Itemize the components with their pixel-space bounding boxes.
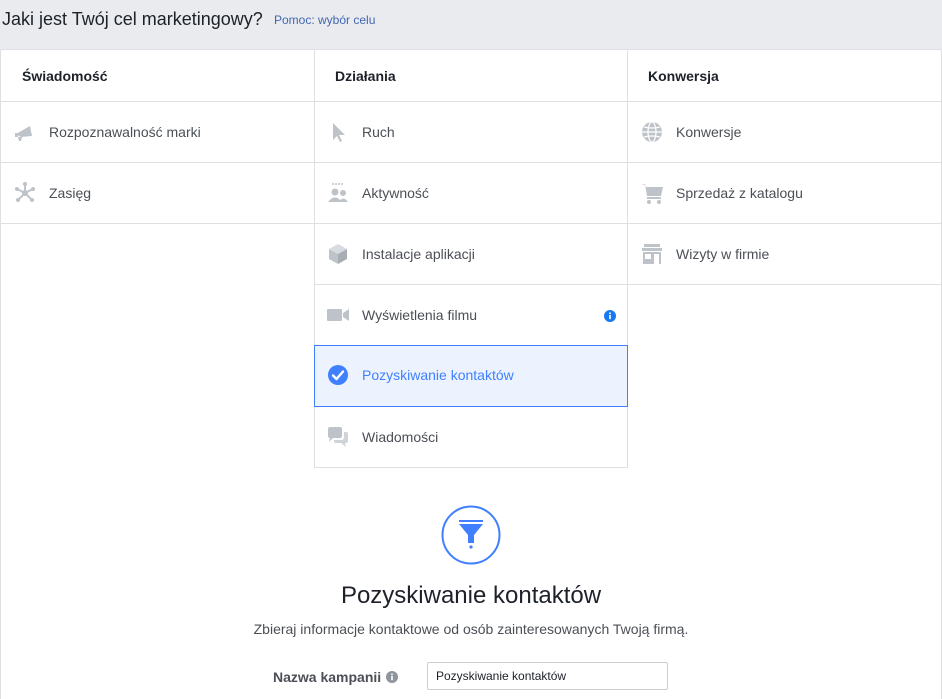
- info-icon[interactable]: [604, 309, 616, 322]
- objective-label: Pozyskiwanie kontaktów: [362, 367, 514, 383]
- objective-detail-description: Zbieraj informacje kontaktowe od osób za…: [253, 621, 689, 637]
- reach-icon: [13, 181, 37, 205]
- objective-video-views[interactable]: Wyświetlenia filmu: [314, 285, 628, 346]
- page-header: Jaki jest Twój cel marketingowy? Pomoc: …: [0, 0, 942, 50]
- objective-reach[interactable]: Zasięg: [1, 163, 314, 224]
- box-icon: [326, 242, 350, 266]
- storefront-icon: [640, 242, 664, 266]
- info-icon[interactable]: [386, 670, 398, 683]
- objective-label: Konwersje: [676, 124, 742, 140]
- objective-app-installs[interactable]: Instalacje aplikacji: [314, 224, 628, 285]
- objective-engagement[interactable]: Aktywność: [314, 163, 628, 224]
- video-camera-icon: [326, 303, 350, 327]
- funnel-icon: [441, 505, 501, 565]
- column-header-awareness: Świadomość: [1, 50, 314, 102]
- objective-label: Ruch: [362, 124, 395, 140]
- megaphone-icon: [13, 120, 37, 144]
- column-header-conversion: Konwersja: [628, 50, 941, 102]
- campaign-name-input[interactable]: [427, 662, 668, 690]
- objective-label: Instalacje aplikacji: [362, 246, 475, 262]
- objective-catalog-sales[interactable]: Sprzedaż z katalogu: [628, 163, 941, 224]
- page-title: Jaki jest Twój cel marketingowy?: [2, 9, 263, 29]
- objective-messages[interactable]: Wiadomości: [314, 407, 628, 468]
- campaign-name-label: Nazwa kampanii: [273, 669, 382, 685]
- checkmark-circle-icon: [326, 363, 350, 387]
- objective-panel: Świadomość Działania Konwersja Rozpoznaw…: [0, 49, 942, 699]
- objective-label: Wiadomości: [362, 429, 439, 445]
- objective-label: Aktywność: [362, 185, 429, 201]
- objective-lead-generation[interactable]: Pozyskiwanie kontaktów: [314, 345, 628, 407]
- globe-icon: [640, 120, 664, 144]
- objective-brand-awareness[interactable]: Rozpoznawalność marki: [1, 102, 314, 163]
- objective-label: Sprzedaż z katalogu: [676, 185, 803, 201]
- chat-bubbles-icon: [326, 425, 350, 449]
- objective-store-visits[interactable]: Wizyty w firmie: [628, 224, 941, 285]
- cursor-icon: [326, 120, 350, 144]
- objective-traffic[interactable]: Ruch: [314, 102, 628, 163]
- objective-conversions[interactable]: Konwersje: [628, 102, 941, 163]
- column-header-consideration: Działania: [314, 50, 628, 102]
- people-icon: [326, 181, 350, 205]
- help-link[interactable]: Pomoc: wybór celu: [274, 13, 375, 27]
- shopping-cart-icon: [640, 181, 664, 205]
- objective-detail-title: Pozyskiwanie kontaktów: [340, 582, 602, 609]
- objective-label: Rozpoznawalność marki: [49, 124, 201, 140]
- objective-label: Wizyty w firmie: [676, 246, 770, 262]
- objective-label: Wyświetlenia filmu: [362, 307, 478, 323]
- objective-label: Zasięg: [49, 185, 92, 201]
